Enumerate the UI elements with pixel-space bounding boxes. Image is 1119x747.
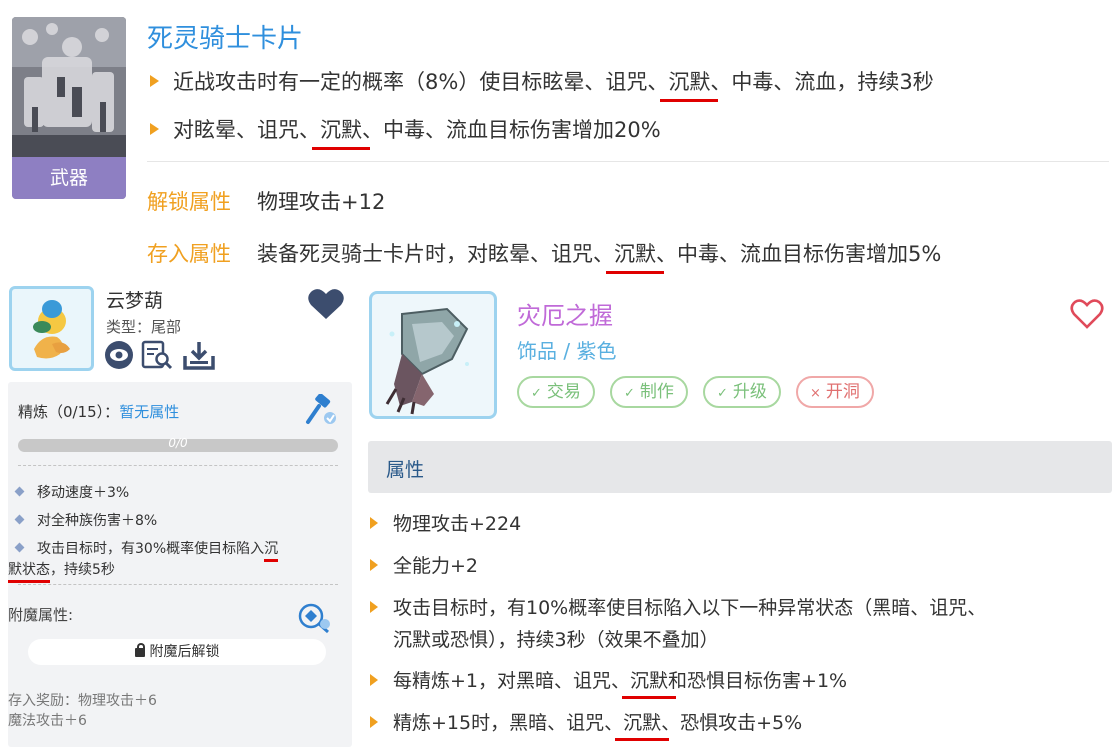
pet-stat: 移动速度＋3% — [14, 482, 129, 502]
refine-heading: 精炼（0/15）：暂无属性 — [18, 403, 180, 421]
highlight-silence: 沉默 — [660, 66, 719, 102]
highlight-silence: 沉默 — [622, 666, 677, 699]
highlight-silence: 沉默 — [606, 238, 664, 274]
diamond-bullet-icon — [14, 486, 25, 497]
triangle-bullet-icon — [150, 75, 159, 87]
pet-type: 类型：尾部 — [106, 318, 182, 336]
triangle-bullet-icon — [370, 601, 378, 613]
eye-icon[interactable] — [104, 340, 134, 370]
item-icon[interactable] — [369, 291, 497, 419]
divider — [147, 161, 1109, 162]
store-attribute-row: 存入属性 装备死灵骑士卡片时，对眩晕、诅咒、沉默、中毒、流血目标伤害增加5% — [147, 238, 941, 274]
pet-panel: 云梦葫 类型：尾部 精炼（0/15）：暂无属性 0/0 移动速度＋3% 对全种族… — [0, 280, 360, 747]
item-category: 饰品 / 紫色 — [517, 339, 617, 363]
item-attribute: 攻击目标时，有10%概率使目标陷入以下一种异常状态（黑暗、诅咒、 — [370, 593, 986, 620]
divider — [18, 584, 338, 585]
tag-socket: × 开洞 — [796, 376, 874, 408]
diamond-bullet-icon — [14, 542, 25, 553]
heart-outline-icon[interactable] — [1070, 298, 1104, 334]
card-image: 武器 — [12, 17, 126, 199]
tag-upgrade: ✓ 升级 — [703, 376, 781, 408]
store-bonus: 存入奖励：物理攻击＋6 — [8, 693, 157, 709]
check-icon: ✓ — [717, 386, 728, 401]
highlight-silence: 默状态 — [8, 559, 50, 583]
pet-stat-continued: 默状态，持续5秒 — [8, 559, 115, 583]
highlight-silence: 沉默 — [615, 708, 670, 741]
item-attribute: 精炼+15时，黑暗、诅咒、沉默、恐惧攻击+5% — [370, 708, 802, 741]
triangle-bullet-icon — [150, 123, 159, 135]
unlock-value: 物理攻击+12 — [257, 190, 386, 214]
check-icon: ✓ — [624, 386, 635, 401]
store-label: 存入属性 — [147, 242, 231, 266]
pet-stat: 对全种族伤害＋8% — [14, 510, 157, 530]
enchant-heading: 附魔属性: — [8, 606, 74, 624]
enchant-unlock-button[interactable]: 附魔后解锁 — [28, 639, 326, 665]
tag-craft: ✓ 制作 — [610, 376, 688, 408]
unlock-attribute-row: 解锁属性 物理攻击+12 — [147, 186, 385, 216]
card-effect-1: 近战攻击时有一定的概率（8%）使目标眩晕、诅咒、沉默、中毒、流血，持续3秒 — [150, 66, 934, 102]
refine-progress-text: 0/0 — [168, 436, 188, 450]
card-type-badge: 武器 — [12, 157, 126, 199]
unlock-label: 解锁属性 — [147, 190, 231, 214]
attribute-header: 属性 — [368, 441, 1112, 493]
hammer-icon[interactable] — [304, 393, 340, 432]
item-panel: 灾厄之握 饰品 / 紫色 ✓ 交易 ✓ 制作 ✓ 升级 × 开洞 属性 物理攻击+224… — [360, 280, 1119, 747]
item-attribute: 全能力+2 — [370, 551, 478, 578]
document-search-icon[interactable] — [141, 340, 173, 370]
tag-trade: ✓ 交易 — [517, 376, 595, 408]
download-icon[interactable] — [183, 340, 215, 370]
triangle-bullet-icon — [370, 674, 378, 686]
highlight-silence: 沉默 — [312, 114, 370, 150]
card-effect-2: 对眩晕、诅咒、沉默、中毒、流血目标伤害增加20% — [150, 114, 661, 150]
pet-icon[interactable] — [9, 286, 94, 371]
store-bonus: 魔法攻击＋6 — [8, 713, 87, 729]
lock-icon — [134, 643, 145, 657]
triangle-bullet-icon — [370, 559, 378, 571]
triangle-bullet-icon — [370, 517, 378, 529]
item-name: 灾厄之握 — [517, 302, 613, 330]
item-attribute: 物理攻击+224 — [370, 509, 521, 536]
item-attribute: 每精炼+1，对黑暗、诅咒、沉默和恐惧目标伤害+1% — [370, 666, 847, 699]
heart-filled-icon[interactable] — [307, 287, 345, 325]
divider — [18, 465, 338, 466]
cross-icon: × — [810, 386, 821, 401]
card-title[interactable]: 死灵骑士卡片 — [147, 18, 303, 55]
refine-progress-bar: 0/0 — [18, 436, 338, 452]
highlight-silence: 沉 — [264, 538, 279, 562]
refine-none-link[interactable]: 暂无属性 — [119, 403, 179, 421]
enchant-icon[interactable] — [295, 600, 333, 638]
card-detail: 武器 死灵骑士卡片 近战攻击时有一定的概率（8%）使目标眩晕、诅咒、沉默、中毒、… — [0, 0, 1119, 280]
pet-name: 云梦葫 — [106, 290, 164, 312]
item-attribute-continued: 沉默或恐惧），持续3秒（效果不叠加） — [393, 629, 719, 651]
check-icon: ✓ — [531, 386, 542, 401]
triangle-bullet-icon — [370, 716, 378, 728]
diamond-bullet-icon — [14, 514, 25, 525]
pet-stat: 攻击目标时，有30%概率使目标陷入沉 — [14, 538, 279, 562]
